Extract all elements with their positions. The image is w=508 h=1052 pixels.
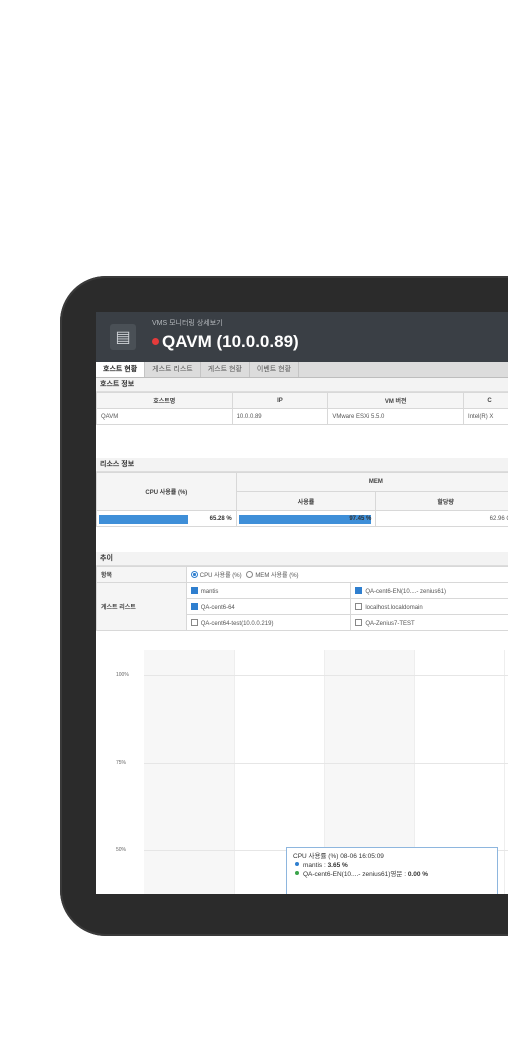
resource-info-section-title: 리소스 정보: [96, 458, 508, 472]
resource-info-table: CPU 사용률 (%) MEM 사용률 할당량 65.28 % 97.45 % …: [96, 472, 508, 527]
col-vm-version: VM 버전: [327, 392, 465, 409]
status-dot: [152, 338, 159, 345]
grid-line: [144, 675, 508, 676]
guest-list-label: 게스트 리스트: [96, 582, 187, 631]
tooltip-series-value: 0.00 %: [407, 871, 429, 878]
col-cpu-model: C: [463, 392, 508, 409]
mem-alloc-header: 할당량: [375, 491, 508, 511]
grid-line: [144, 763, 508, 764]
guest-name: QA-Zenius7-TEST: [365, 620, 415, 627]
col-ip: IP: [231, 392, 329, 409]
y-tick-label: 50%: [116, 847, 127, 853]
tooltip-title: CPU 사용률 (%) 08-06 16:05:09: [293, 853, 384, 860]
tab-host-status[interactable]: 호스트 현황: [96, 362, 146, 377]
guest-item[interactable]: QA-cent6-64: [185, 598, 352, 615]
guest-checkbox[interactable]: [190, 602, 198, 610]
guest-checkbox[interactable]: [355, 586, 363, 594]
cpu-usage-radio[interactable]: [190, 571, 198, 578]
chart-band: [144, 650, 234, 894]
item-label: 항목: [96, 566, 187, 583]
series-dot-icon: [295, 862, 299, 866]
guest-item[interactable]: localhost.localdomain: [350, 598, 508, 615]
mem-usage-header: 사용률: [235, 491, 377, 511]
guest-item[interactable]: QA-cent64-test(10.0.0.219): [185, 614, 352, 631]
mem-header: MEM: [235, 472, 508, 492]
chart-tooltip: CPU 사용률 (%) 08-06 16:05:09 mantis : 3.65…: [286, 847, 498, 894]
guest-name: QA-cent6-EN(10....- zenius61): [365, 588, 447, 595]
guest-checkbox[interactable]: [355, 602, 363, 610]
tab-guest-list[interactable]: 게스트 리스트: [145, 362, 201, 377]
mem-usage-option-label: MEM 사용률 (%): [255, 573, 299, 579]
grid-line: [234, 650, 235, 894]
col-host-name: 호스트명: [96, 392, 233, 409]
guest-checkbox[interactable]: [355, 618, 363, 626]
cpu-usage-bar: [99, 515, 188, 524]
y-tick-label: 100%: [116, 672, 129, 678]
guest-name: mantis: [200, 588, 219, 595]
window-header: ▤ VMS 모니터링 상세보기 QAVM (10.0.0.89): [96, 312, 508, 362]
screen: ▤ VMS 모니터링 상세보기 QAVM (10.0.0.89) 호스트 현황 …: [96, 312, 508, 894]
host-name-cell: QAVM: [96, 408, 233, 425]
guest-item[interactable]: QA-cent6-EN(10....- zenius61): [350, 582, 508, 599]
cpu-usage-header: CPU 사용률 (%): [96, 472, 237, 511]
cpu-model-cell: Intel(R) X: [463, 408, 508, 425]
header-subtitle: VMS 모니터링 상세보기: [152, 320, 223, 327]
host-ip-cell: 10.0.0.89: [231, 408, 329, 425]
tab-bar: 호스트 현황 게스트 리스트 게스트 현황 이벤트 현황: [96, 362, 508, 378]
cpu-usage-cell: 65.28 %: [96, 510, 237, 527]
host-info-section-title: 호스트 정보: [96, 378, 508, 392]
host-info-table: 호스트명 IP VM 버전 C QAVM 10.0.0.89 VMware ES…: [96, 392, 508, 425]
guest-name: QA-cent64-test(10.0.0.219): [200, 620, 274, 627]
tooltip-line: QA-cent6-EN(10....- zenius61)영문 : 0.00 %: [293, 870, 491, 879]
guest-name: QA-cent6-64: [200, 604, 235, 611]
tooltip-series-name: mantis :: [303, 862, 328, 869]
vm-version-cell: VMware ESXi 5.5.0: [327, 408, 465, 425]
metric-options: CPU 사용률 (%) MEM 사용률 (%): [186, 566, 508, 583]
tooltip-series-name: QA-cent6-EN(10....- zenius61)영문 :: [303, 871, 408, 878]
mem-usage-cell: 97.45 %: [235, 510, 377, 527]
mem-usage-value: 97.45 %: [349, 515, 372, 522]
trend-section-title: 추이: [96, 552, 508, 566]
trend-table: 항목 CPU 사용률 (%) MEM 사용률 (%) 게스트 리스트 manti…: [96, 566, 508, 631]
grid-line: [504, 650, 505, 894]
guest-checkbox[interactable]: [190, 618, 198, 626]
y-tick-label: 75%: [116, 760, 127, 766]
guest-item[interactable]: QA-Zenius7-TEST: [350, 614, 508, 631]
tab-event-status[interactable]: 이벤트 현황: [250, 362, 300, 377]
cpu-usage-option-label: CPU 사용률 (%): [199, 573, 242, 579]
cpu-usage-value: 65.28 %: [209, 515, 232, 522]
mem-usage-radio[interactable]: [246, 571, 254, 578]
tooltip-series-value: 3.65 %: [327, 862, 348, 869]
series-dot-icon: [295, 871, 299, 875]
guest-name: localhost.localdomain: [365, 604, 423, 611]
server-icon: ▤: [110, 324, 136, 350]
guest-checkbox[interactable]: [190, 586, 198, 594]
tab-guest-status[interactable]: 게스트 현황: [201, 362, 250, 377]
page-title: QAVM (10.0.0.89): [162, 332, 299, 351]
guest-item[interactable]: mantis: [185, 582, 352, 599]
tooltip-line: mantis : 3.65 %: [293, 861, 491, 870]
mem-alloc-value: 62.96 G: [375, 510, 508, 527]
